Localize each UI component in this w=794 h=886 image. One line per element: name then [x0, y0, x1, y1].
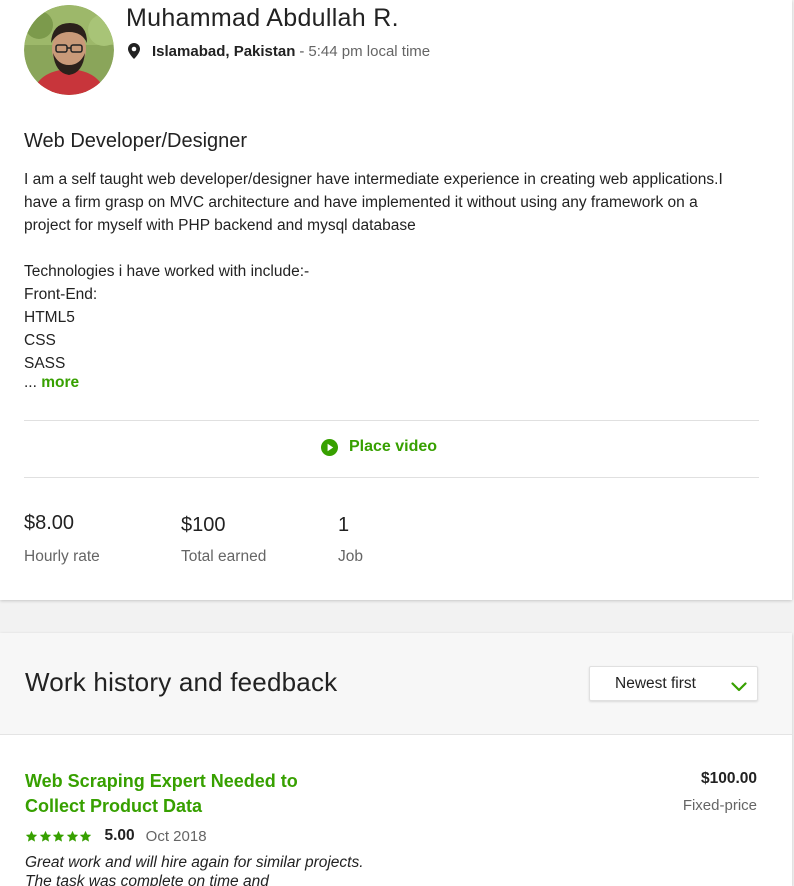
work-history-card: Work history and feedback Newest first W…	[0, 633, 792, 886]
stat-label: Total earned	[181, 548, 267, 565]
work-history-header: Work history and feedback Newest first	[0, 633, 792, 735]
location-separator: -	[299, 42, 305, 60]
place-video-label: Place video	[349, 438, 438, 455]
location-city: Islamabad, Pakistan	[152, 42, 296, 60]
map-pin-icon	[128, 43, 140, 59]
location-row: Islamabad, Pakistan - 5:44 pm local time	[128, 41, 430, 61]
stat-hourly-rate: $8.00 Hourly rate	[24, 512, 100, 566]
rating-score: 5.00	[104, 827, 135, 844]
more-link[interactable]: more	[41, 374, 79, 391]
chevron-down-icon	[731, 679, 747, 691]
local-time: 5:44 pm local time	[308, 42, 431, 60]
stat-label: Job	[338, 548, 363, 565]
divider	[24, 477, 759, 478]
job-date: Oct 2018	[145, 827, 207, 845]
avatar[interactable]	[24, 5, 114, 95]
star-icon	[25, 830, 38, 843]
stat-value: $8.00	[24, 512, 75, 534]
job-amount: $100.00	[700, 770, 757, 787]
star-icon	[66, 830, 79, 843]
stat-label: Hourly rate	[24, 548, 100, 565]
profile-card: Muhammad Abdullah R. Islamabad, Pakistan…	[0, 0, 792, 600]
stat-total-earned: $100 Total earned	[181, 514, 266, 566]
stat-value: 1	[338, 514, 350, 536]
job-type: Fixed-price	[682, 797, 757, 814]
stat-value: $100	[181, 514, 226, 536]
job-title-link[interactable]: Web Scraping Expert Needed to Collect Pr…	[25, 769, 355, 819]
sort-selected-value: Newest first	[615, 674, 696, 692]
job-feedback: Great work and will hire again for simil…	[25, 854, 364, 886]
divider	[24, 420, 759, 421]
profile-title: Web Developer/Designer	[24, 130, 248, 152]
work-history-title: Work history and feedback	[25, 667, 338, 697]
profile-name: Muhammad Abdullah R.	[126, 4, 399, 32]
star-icon	[52, 830, 65, 843]
profile-overview: I am a self taught web developer/designe…	[24, 171, 723, 372]
play-circle-icon	[321, 438, 338, 456]
job-rating-row: 5.00 Oct 2018	[25, 827, 207, 845]
sort-dropdown[interactable]: Newest first	[589, 666, 758, 701]
star-icon	[39, 830, 52, 843]
place-video-button[interactable]: Place video	[321, 438, 437, 456]
star-rating	[25, 830, 93, 843]
star-icon	[79, 830, 92, 843]
more-row: ... more	[24, 374, 79, 392]
overview-ellipsis: ...	[24, 374, 37, 391]
stat-jobs: 1 Job	[338, 514, 363, 566]
